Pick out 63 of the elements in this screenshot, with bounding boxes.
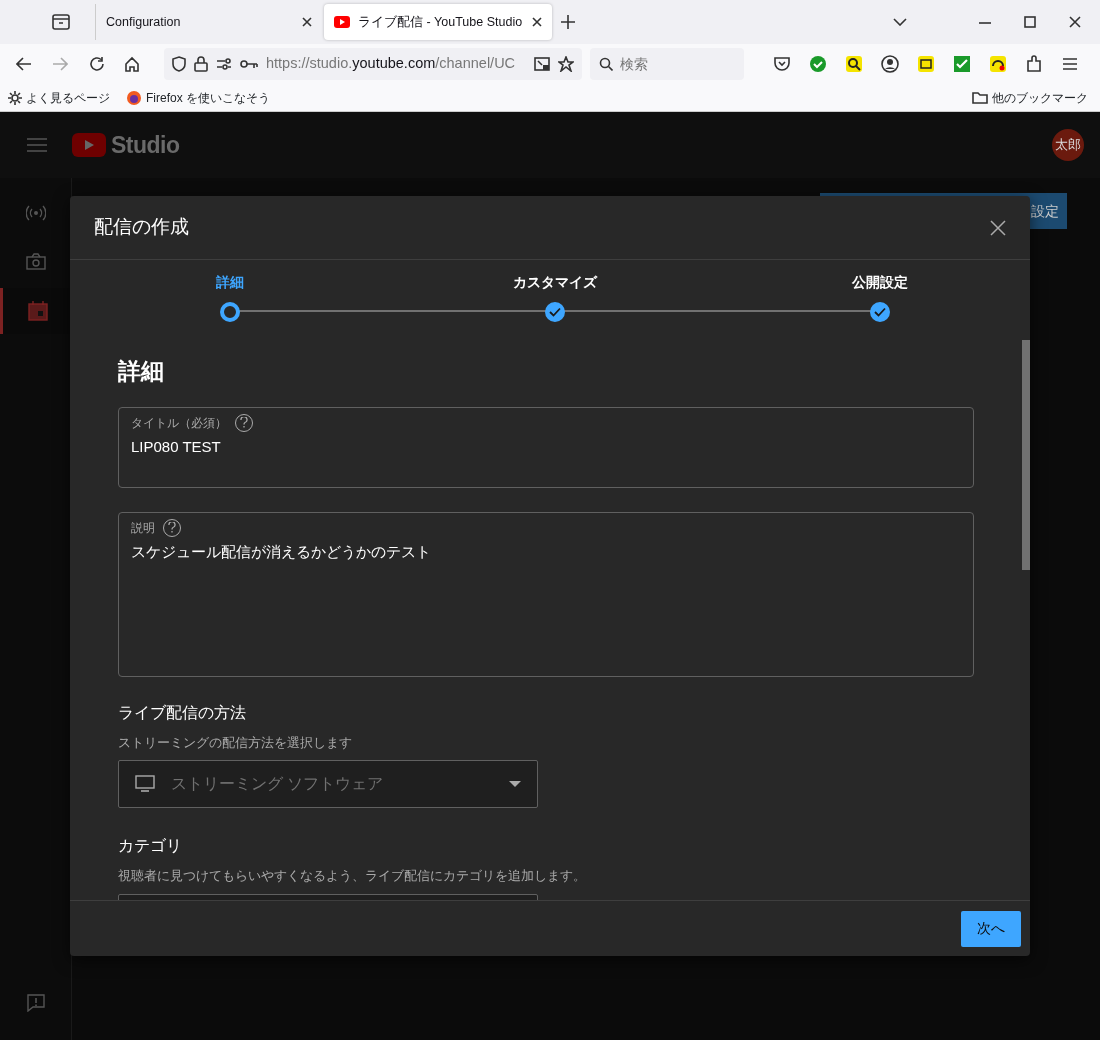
star-icon[interactable] xyxy=(558,56,574,72)
dialog-title: 配信の作成 xyxy=(94,215,189,240)
back-icon[interactable] xyxy=(16,57,32,71)
step-indicator[interactable] xyxy=(870,302,890,322)
search-field[interactable]: 検索 xyxy=(590,48,744,80)
menu-icon[interactable] xyxy=(1061,55,1079,73)
camera-icon xyxy=(26,253,46,273)
bookmark-link[interactable]: 他のブックマーク xyxy=(992,88,1088,107)
lock-icon[interactable] xyxy=(194,56,208,72)
section-title: 詳細 xyxy=(118,357,165,386)
close-icon[interactable] xyxy=(302,17,312,27)
step-indicator[interactable] xyxy=(220,302,240,322)
text-field[interactable]: 説明 スケジュール配信が消えるかどうかのテスト xyxy=(118,511,974,677)
step-indicator[interactable] xyxy=(545,302,565,322)
key-icon[interactable] xyxy=(240,59,258,69)
text-field[interactable]: タイトル（必須） LIP080 TEST xyxy=(118,406,974,488)
shield-icon[interactable] xyxy=(172,56,186,72)
close-icon[interactable] xyxy=(990,219,1006,236)
search-icon xyxy=(599,57,613,71)
close-icon[interactable] xyxy=(1069,16,1081,28)
tab-title: ライブ配信 - YouTube Studio xyxy=(358,13,524,31)
sliders-icon[interactable] xyxy=(216,58,232,70)
gear-icon xyxy=(8,90,22,105)
tab-list-icon[interactable] xyxy=(52,14,70,30)
step-label[interactable]: 公開設定 xyxy=(852,272,908,293)
monitor-icon xyxy=(135,775,155,793)
folder-icon xyxy=(972,91,988,104)
bookmark-link[interactable]: よく見るページ xyxy=(26,88,110,107)
play-logo-icon xyxy=(72,133,106,157)
chevron-down-icon[interactable] xyxy=(893,18,907,26)
next-button[interactable]: 次へ xyxy=(961,910,1021,947)
caret-icon xyxy=(509,781,521,787)
dropdown-value: ストリーミング ソフトウェア xyxy=(171,774,385,794)
section-hint: ストリーミングの配信方法を選択します xyxy=(118,733,353,752)
field-label: 説明 xyxy=(131,519,155,537)
calendar-icon xyxy=(27,301,48,321)
field-value: スケジュール配信が消えるかどうかのテスト xyxy=(131,541,432,562)
section-heading: ライブ配信の方法 xyxy=(118,702,247,723)
logo-text: Studio xyxy=(111,130,180,160)
home-icon[interactable] xyxy=(124,56,140,72)
account-icon[interactable] xyxy=(881,55,899,73)
reload-icon[interactable] xyxy=(89,56,105,72)
scrollbar-thumb[interactable] xyxy=(1022,340,1030,570)
video-logo-icon xyxy=(334,16,350,28)
maximize-icon[interactable] xyxy=(1024,16,1036,28)
picture-in-picture-icon[interactable] xyxy=(534,57,550,71)
checkbox-icon[interactable] xyxy=(953,55,971,73)
browser-tab[interactable]: ライブ配信 - YouTube Studio xyxy=(324,4,552,40)
step-label[interactable]: カスタマイズ xyxy=(513,272,597,293)
tab-title: Configuration xyxy=(106,13,182,31)
new-tab-icon[interactable] xyxy=(561,15,575,29)
pocket-icon[interactable] xyxy=(773,55,791,73)
section-hint: 視聴者に見つけてもらいやすくなるよう、ライブ配信にカテゴリを追加します。 xyxy=(118,867,587,885)
field-label: タイトル（必須） xyxy=(131,414,227,432)
close-icon[interactable] xyxy=(532,17,542,27)
browser-tab[interactable]: Configuration xyxy=(96,4,322,40)
field-value: LIP080 TEST xyxy=(131,436,222,457)
magnifier-icon[interactable] xyxy=(845,55,863,73)
check-circle-icon[interactable] xyxy=(809,55,827,73)
avatar[interactable]: 太郎 xyxy=(1052,129,1084,161)
bookmark-link[interactable]: Firefox を使いこなそう xyxy=(146,88,270,107)
step-label[interactable]: 詳細 xyxy=(216,272,244,293)
section-heading: カテゴリ xyxy=(118,836,183,856)
